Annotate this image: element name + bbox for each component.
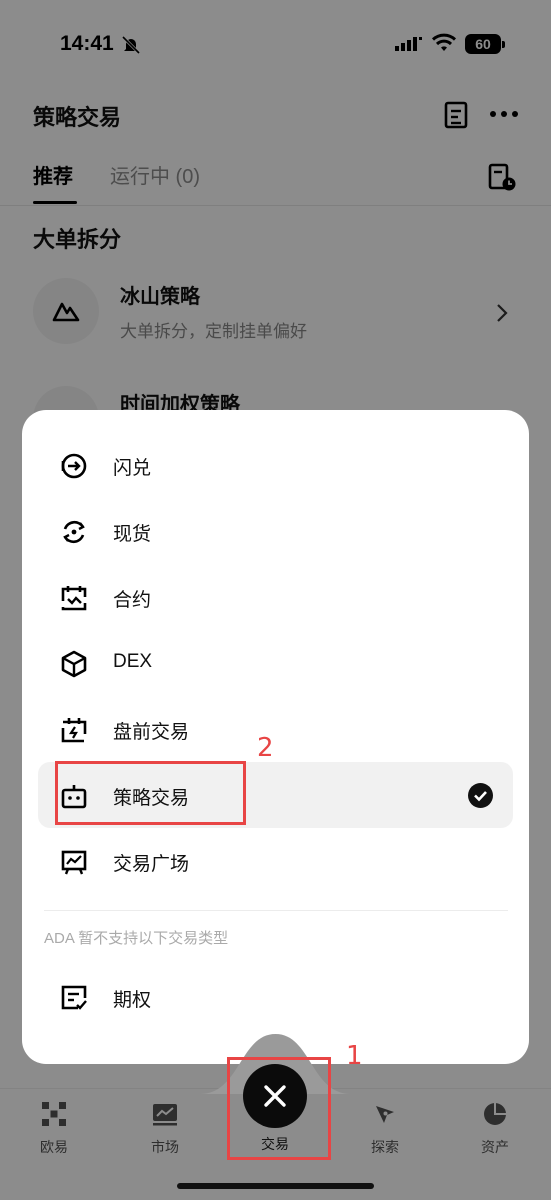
menu-item-label: 盘前交易	[113, 722, 190, 743]
spot-icon	[63, 520, 85, 544]
menu-item-options[interactable]: 期权	[38, 964, 513, 1030]
annotation-box-1	[227, 1057, 331, 1160]
selected-check-icon	[468, 783, 493, 808]
menu-divider	[44, 910, 508, 911]
dex-icon	[61, 650, 87, 678]
options-icon	[61, 985, 87, 1010]
menu-item-flash-swap[interactable]: 闪兑	[38, 432, 513, 498]
flash-swap-icon	[61, 453, 87, 479]
home-indicator	[177, 1183, 374, 1189]
unsupported-note: ADA 暂不支持以下交易类型	[44, 930, 229, 947]
annotation-number-2: 2	[257, 733, 274, 763]
menu-item-spot[interactable]: 现货	[38, 498, 513, 564]
menu-item-label: 闪兑	[113, 458, 152, 479]
futures-icon	[61, 586, 87, 611]
menu-item-label: DEX	[113, 651, 153, 672]
menu-item-label: 交易广场	[113, 854, 190, 875]
menu-item-label: 现货	[113, 524, 152, 545]
menu-item-pre-market[interactable]: 盘前交易	[38, 696, 513, 762]
menu-item-futures[interactable]: 合约	[38, 564, 513, 630]
menu-item-label: 合约	[113, 590, 152, 611]
menu-item-dex[interactable]: DEX	[38, 630, 513, 696]
pre-market-icon	[61, 718, 87, 743]
menu-item-label: 期权	[113, 990, 152, 1011]
annotation-box-2	[55, 761, 246, 825]
trade-type-menu: 闪兑 现货 合约 DEX 盘前交易 策略交易 交易广场 ADA 暂不支持以下交易…	[22, 410, 529, 1064]
trading-square-icon	[61, 850, 87, 875]
annotation-number-1: 1	[346, 1041, 363, 1071]
menu-item-trading-square[interactable]: 交易广场	[38, 828, 513, 894]
